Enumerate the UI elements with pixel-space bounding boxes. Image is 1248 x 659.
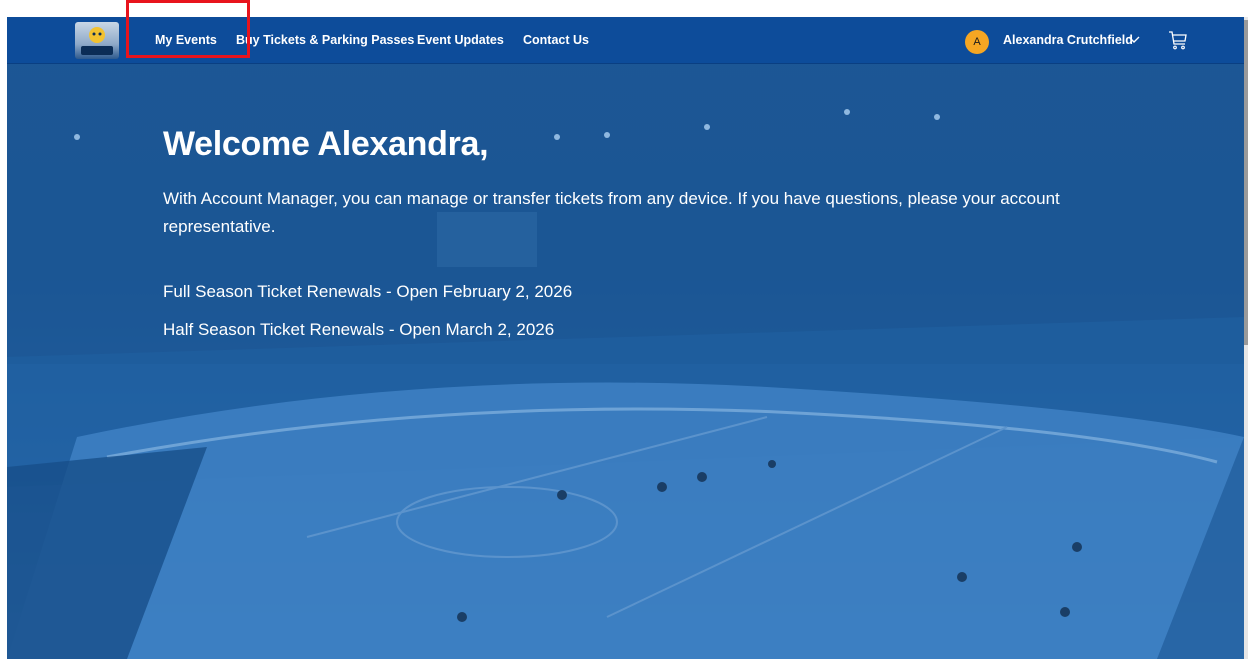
dawgs-logo[interactable] [75, 22, 119, 59]
chevron-down-icon[interactable] [1127, 32, 1141, 46]
nav-buy-tickets-parking[interactable]: Buy Tickets & Parking Passes [236, 17, 414, 64]
cart-icon[interactable] [1167, 29, 1189, 51]
top-navbar: My Events Buy Tickets & Parking Passes E… [7, 17, 1244, 64]
welcome-heading: Welcome Alexandra, [163, 125, 489, 163]
account-manager-page: My Events Buy Tickets & Parking Passes E… [7, 17, 1244, 659]
page-scrollbar-thumb[interactable] [1244, 20, 1248, 345]
nav-event-updates[interactable]: Event Updates [417, 17, 504, 64]
nav-my-events[interactable]: My Events [155, 17, 217, 64]
user-avatar[interactable]: A [965, 30, 989, 54]
full-season-renewal-text: Full Season Ticket Renewals - Open Febru… [163, 282, 573, 301]
half-season-renewal-text: Half Season Ticket Renewals - Open March… [163, 320, 555, 339]
user-name-menu[interactable]: Alexandra Crutchfield [1003, 17, 1133, 64]
intro-text: With Account Manager, you can manage or … [163, 189, 1060, 236]
nav-contact-us[interactable]: Contact Us [523, 17, 589, 64]
browser-frame: My Events Buy Tickets & Parking Passes E… [0, 0, 1248, 659]
